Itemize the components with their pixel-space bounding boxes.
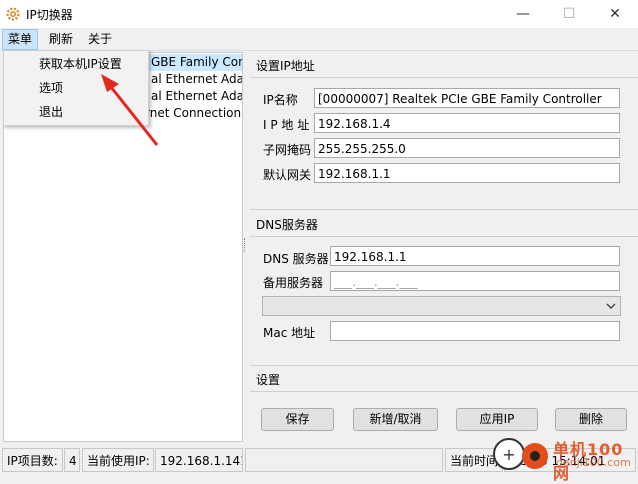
status-current-ip-label: 当前使用IP: (82, 448, 154, 472)
maximize-button[interactable]: ☐ (546, 0, 592, 28)
status-item-count-value: 4 (64, 448, 80, 472)
chevron-down-icon (606, 303, 616, 309)
apply-ip-button[interactable]: 应用IP (456, 408, 538, 431)
window-title: IP切换器 (26, 8, 73, 22)
menu-bar: 菜单 刷新 关于 (0, 28, 638, 51)
dns-section-title: DNS服务器 (256, 218, 318, 232)
menu-refresh[interactable]: 刷新 (44, 29, 78, 49)
divider (250, 365, 638, 366)
gear-app-icon (6, 7, 20, 21)
subnet-mask-label: 子网掩码 (263, 143, 312, 157)
ip-address-label: I P 地 址 (263, 118, 310, 132)
menu-about[interactable]: 关于 (83, 29, 117, 49)
watermark-site-url: danji100.com (556, 456, 631, 469)
dns-server-field[interactable]: 192.168.1.1 (330, 246, 620, 266)
add-cancel-button[interactable]: 新增/取消 (353, 408, 438, 431)
ip-name-field[interactable]: [00000007] Realtek PCIe GBE Family Contr… (314, 88, 620, 108)
subnet-mask-field[interactable]: 255.255.255.0 (314, 138, 620, 158)
title-bar: IP切换器 — ☐ ✕ (0, 0, 638, 28)
mac-address-label: Mac 地址 (263, 326, 316, 340)
divider (250, 209, 638, 210)
minimize-button[interactable]: — (500, 0, 546, 28)
divider (250, 77, 638, 78)
dns-preset-select[interactable] (262, 296, 621, 316)
splitter-grip (244, 238, 248, 252)
svg-text:+: + (502, 445, 515, 464)
divider (250, 236, 638, 237)
ip-section-title: 设置IP地址 (256, 59, 315, 73)
divider (250, 391, 638, 392)
status-current-ip-value: 192.168.1.141 (155, 448, 243, 472)
settings-section-title: 设置 (256, 373, 281, 387)
ip-name-label: IP名称 (263, 93, 298, 107)
annotation-arrow-icon (101, 74, 159, 146)
menu-item-options[interactable]: 选项 (39, 78, 63, 98)
status-item-count-label: IP项目数: (2, 448, 63, 472)
backup-dns-label: 备用服务器 (263, 276, 324, 290)
status-spacer (245, 448, 443, 472)
save-button[interactable]: 保存 (261, 408, 334, 431)
dns-server-label: DNS 服务器 (263, 252, 329, 266)
menu-main[interactable]: 菜单 (2, 29, 39, 50)
ip-address-field[interactable]: 192.168.1.4 (314, 113, 620, 133)
gateway-field[interactable]: 192.168.1.1 (314, 163, 620, 183)
delete-button[interactable]: 删除 (555, 408, 627, 431)
close-button[interactable]: ✕ (592, 0, 638, 28)
menu-item-exit[interactable]: 退出 (39, 102, 63, 122)
gateway-label: 默认网关 (263, 168, 312, 182)
backup-dns-field[interactable]: ___.___.___.___ (330, 271, 620, 291)
mac-address-field[interactable] (330, 321, 620, 341)
watermark-logo-icon: + (493, 438, 548, 470)
